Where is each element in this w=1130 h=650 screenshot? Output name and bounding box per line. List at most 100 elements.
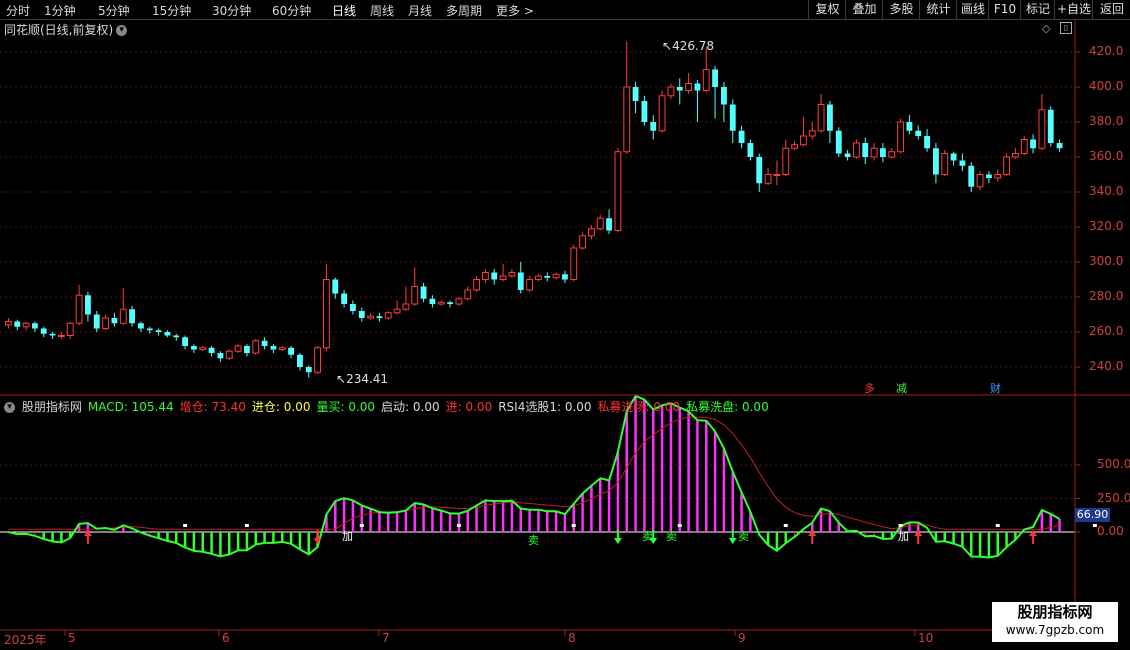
candle-body[interactable] bbox=[146, 328, 153, 331]
candle-body[interactable] bbox=[976, 174, 984, 188]
candle-body[interactable] bbox=[924, 136, 930, 149]
candle-body[interactable] bbox=[85, 295, 91, 315]
candle-body[interactable] bbox=[261, 340, 268, 346]
candle-body[interactable] bbox=[1003, 156, 1011, 175]
candle-body[interactable] bbox=[747, 143, 754, 157]
event-tag[interactable]: 财 bbox=[990, 380, 1001, 396]
candle-body[interactable] bbox=[75, 294, 83, 324]
candle-body[interactable] bbox=[252, 340, 260, 354]
window-toggle-icon[interactable]: ▯ bbox=[1060, 22, 1072, 34]
candle-body[interactable] bbox=[773, 174, 781, 176]
candle-body[interactable] bbox=[234, 345, 242, 352]
candle-body[interactable] bbox=[1020, 139, 1028, 154]
candle-body[interactable] bbox=[332, 279, 339, 294]
candle-body[interactable] bbox=[323, 279, 330, 349]
candle-body[interactable] bbox=[14, 321, 21, 327]
candle-body[interactable] bbox=[579, 235, 587, 249]
candle-body[interactable] bbox=[791, 144, 799, 149]
candle-body[interactable] bbox=[906, 122, 913, 131]
candle-body[interactable] bbox=[738, 130, 745, 143]
candle-body[interactable] bbox=[800, 135, 807, 146]
diamond-icon[interactable]: ◇ bbox=[1042, 22, 1050, 35]
candle-body[interactable] bbox=[225, 350, 233, 359]
candle-body[interactable] bbox=[155, 330, 162, 332]
candle-body[interactable] bbox=[102, 317, 109, 329]
candle-body[interactable] bbox=[40, 328, 47, 334]
candle-body[interactable] bbox=[508, 272, 516, 277]
candle-body[interactable] bbox=[632, 87, 639, 101]
candle-body[interactable] bbox=[164, 332, 171, 336]
candle-body[interactable] bbox=[393, 308, 401, 314]
candle-body[interactable] bbox=[341, 293, 347, 305]
candle-body[interactable] bbox=[491, 272, 498, 280]
candle-body[interactable] bbox=[623, 86, 631, 153]
candle-body[interactable] bbox=[217, 353, 224, 359]
candle-body[interactable] bbox=[588, 228, 595, 237]
candle-body[interactable] bbox=[314, 347, 321, 373]
candle-body[interactable] bbox=[897, 121, 905, 153]
candle-body[interactable] bbox=[111, 318, 118, 324]
candle-body[interactable] bbox=[544, 276, 551, 278]
candle-body[interactable] bbox=[138, 323, 144, 329]
candle-body[interactable] bbox=[552, 273, 560, 279]
candle-body[interactable] bbox=[411, 286, 419, 305]
candle-body[interactable] bbox=[455, 298, 463, 305]
candle-body[interactable] bbox=[1030, 139, 1036, 149]
candle-body[interactable] bbox=[835, 130, 842, 154]
candle-body[interactable] bbox=[420, 286, 427, 299]
candle-body[interactable] bbox=[270, 346, 277, 350]
candle-body[interactable] bbox=[827, 104, 833, 131]
candle-body[interactable] bbox=[888, 151, 896, 158]
candle-body[interactable] bbox=[305, 367, 312, 373]
candle-body[interactable] bbox=[817, 104, 825, 132]
candle-body[interactable] bbox=[570, 247, 578, 280]
candle-body[interactable] bbox=[93, 314, 100, 329]
candle-body[interactable] bbox=[499, 275, 507, 280]
candle-body[interactable] bbox=[49, 333, 56, 336]
candle-body[interactable] bbox=[32, 323, 38, 329]
candle-body[interactable] bbox=[667, 86, 675, 97]
event-tag[interactable]: 减 bbox=[896, 380, 907, 396]
candle-body[interactable] bbox=[402, 303, 410, 310]
candle-body[interactable] bbox=[994, 174, 1002, 179]
event-tag[interactable]: 多 bbox=[864, 380, 875, 396]
candle-body[interactable] bbox=[959, 160, 966, 166]
candle-body[interactable] bbox=[808, 130, 816, 137]
candle-body[interactable] bbox=[650, 122, 657, 131]
stock-chart[interactable] bbox=[0, 0, 1130, 650]
candle-body[interactable] bbox=[58, 335, 65, 337]
candle-body[interactable] bbox=[358, 311, 365, 318]
candle-body[interactable] bbox=[1056, 143, 1063, 149]
chevron-down-icon[interactable]: ▾ bbox=[116, 25, 128, 36]
candle-body[interactable] bbox=[208, 347, 215, 353]
candle-body[interactable] bbox=[535, 275, 542, 280]
candle-body[interactable] bbox=[517, 272, 524, 291]
candle-body[interactable] bbox=[782, 147, 790, 175]
candle-body[interactable] bbox=[173, 335, 180, 338]
candle-body[interactable] bbox=[764, 174, 772, 184]
candle-body[interactable] bbox=[1047, 109, 1054, 143]
candle-body[interactable] bbox=[641, 101, 648, 122]
candle-body[interactable] bbox=[870, 147, 878, 158]
candle-body[interactable] bbox=[350, 304, 356, 311]
candle-body[interactable] bbox=[199, 347, 207, 350]
candle-body[interactable] bbox=[526, 279, 534, 291]
candle-body[interactable] bbox=[606, 218, 612, 231]
candle-body[interactable] bbox=[685, 83, 693, 91]
candle-body[interactable] bbox=[119, 308, 127, 324]
candle-body[interactable] bbox=[66, 322, 74, 336]
candle-body[interactable] bbox=[367, 315, 374, 319]
candle-body[interactable] bbox=[482, 272, 489, 280]
candle-body[interactable] bbox=[915, 130, 922, 136]
candle-body[interactable] bbox=[941, 153, 949, 175]
candle-body[interactable] bbox=[244, 346, 250, 353]
candle-body[interactable] bbox=[1012, 153, 1019, 158]
candle-body[interactable] bbox=[844, 153, 851, 158]
candle-body[interactable] bbox=[22, 322, 30, 328]
candle-body[interactable] bbox=[278, 347, 286, 350]
candle-body[interactable] bbox=[447, 302, 453, 304]
candle-body[interactable] bbox=[5, 321, 12, 326]
candle-body[interactable] bbox=[676, 87, 683, 91]
candle-body[interactable] bbox=[986, 174, 992, 179]
candle-body[interactable] bbox=[429, 298, 436, 304]
